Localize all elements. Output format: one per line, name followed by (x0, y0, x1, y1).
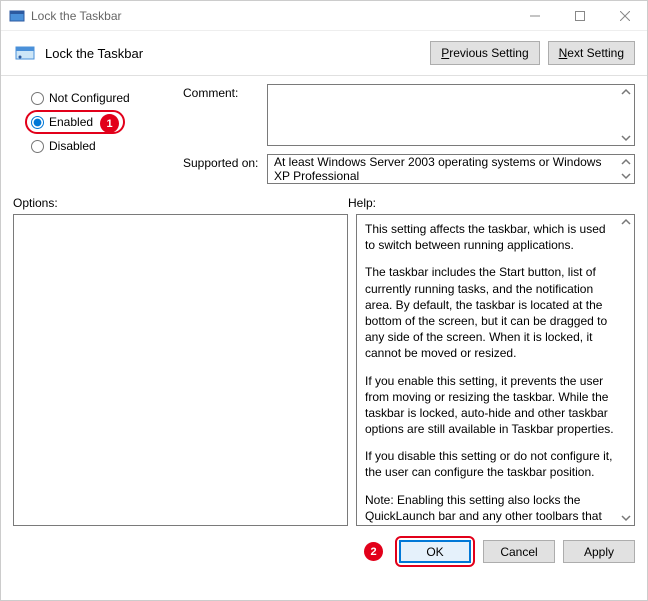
radio-disabled[interactable]: Disabled (31, 134, 183, 158)
help-paragraph: This setting affects the taskbar, which … (365, 221, 614, 253)
divider (1, 75, 647, 76)
help-paragraph: Note: Enabling this setting also locks t… (365, 492, 614, 526)
help-pane: This setting affects the taskbar, which … (356, 214, 635, 526)
help-paragraph: If you disable this setting or do not co… (365, 448, 614, 480)
radio-not-configured-input[interactable] (31, 92, 44, 105)
scroll-affordance[interactable] (618, 215, 634, 525)
radio-not-configured[interactable]: Not Configured (31, 86, 183, 110)
supported-on-label: Supported on: (183, 154, 267, 170)
chevron-up-icon (621, 157, 631, 167)
chevron-down-icon (621, 513, 631, 523)
apply-button[interactable]: Apply (563, 540, 635, 563)
header: Lock the Taskbar Previous Setting Next S… (1, 31, 647, 73)
chevron-down-icon (621, 171, 631, 181)
maximize-button[interactable] (557, 1, 602, 31)
help-paragraph: If you enable this setting, it prevents … (365, 373, 614, 438)
previous-setting-button[interactable]: Previous Setting (430, 41, 539, 65)
callout-badge-1: 1 (100, 114, 119, 133)
next-setting-button[interactable]: Next Setting (548, 41, 635, 65)
callout-badge-2: 2 (364, 542, 383, 561)
radio-disabled-input[interactable] (31, 140, 44, 153)
options-label: Options: (13, 196, 348, 210)
policy-icon (9, 8, 25, 24)
supported-on-value: At least Windows Server 2003 operating s… (274, 155, 616, 183)
policy-icon-large (13, 41, 37, 65)
radio-disabled-label: Disabled (49, 139, 96, 153)
state-radios: Not Configured Enabled 1 Disabled (13, 84, 183, 184)
dialog-buttons: 2 OK Cancel Apply (1, 526, 647, 577)
scroll-affordance[interactable] (618, 85, 634, 145)
help-paragraph: The taskbar includes the Start button, l… (365, 264, 614, 361)
chevron-up-icon (621, 87, 631, 97)
radio-enabled-label: Enabled (49, 115, 93, 129)
help-label: Help: (348, 196, 635, 210)
radio-not-configured-label: Not Configured (49, 91, 130, 105)
window-title: Lock the Taskbar (31, 9, 512, 23)
radio-enabled[interactable]: Enabled 1 (25, 110, 125, 134)
scroll-affordance[interactable] (618, 155, 634, 183)
radio-enabled-input[interactable] (31, 116, 44, 129)
close-button[interactable] (602, 1, 647, 31)
page-title: Lock the Taskbar (45, 46, 143, 61)
supported-on-field: At least Windows Server 2003 operating s… (267, 154, 635, 184)
ok-callout-wrap: OK (395, 536, 475, 567)
titlebar: Lock the Taskbar (1, 1, 647, 31)
cancel-button[interactable]: Cancel (483, 540, 555, 563)
chevron-down-icon (621, 133, 631, 143)
chevron-up-icon (621, 217, 631, 227)
ok-button[interactable]: OK (399, 540, 471, 563)
options-pane (13, 214, 348, 526)
comment-label: Comment: (183, 84, 267, 100)
comment-textarea[interactable] (267, 84, 635, 146)
minimize-button[interactable] (512, 1, 557, 31)
